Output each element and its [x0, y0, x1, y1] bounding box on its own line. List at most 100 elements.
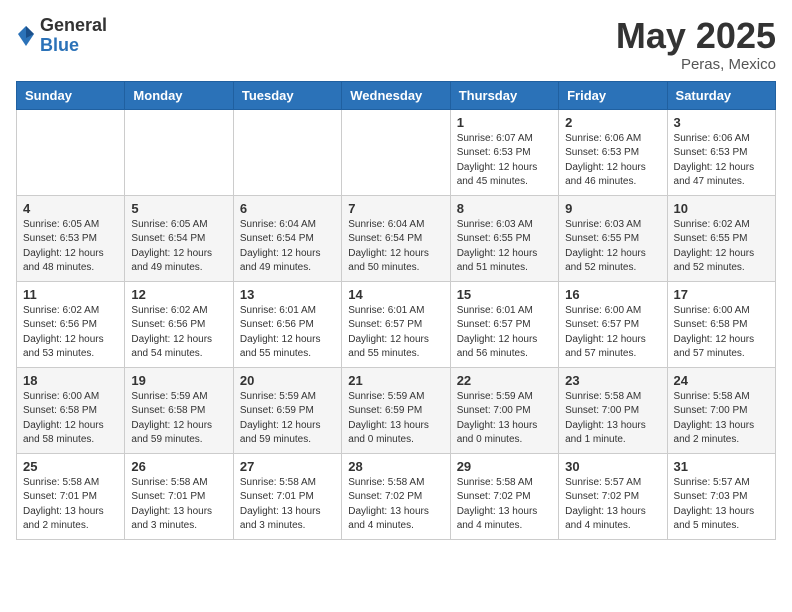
calendar-cell: 12 Sunrise: 6:02 AM Sunset: 6:56 PM Dayli… — [125, 281, 233, 367]
cell-info: Sunrise: 6:02 AM Sunset: 6:56 PM Dayligh… — [131, 304, 226, 362]
logo: General Blue — [16, 16, 107, 56]
cell-info: Sunrise: 6:06 AM Sunset: 6:53 PM Dayligh… — [565, 132, 660, 190]
calendar-week-2: 4Sunrise: 6:05 AM Sunset: 6:53 PM Daylig… — [17, 195, 776, 281]
calendar-cell: 10 Sunrise: 6:02 AM Sunset: 6:55 PM Dayli… — [667, 195, 775, 281]
cell-date: 3 — [674, 115, 769, 130]
day-header-tuesday: Tuesday — [233, 81, 341, 109]
calendar-table: SundayMondayTuesdayWednesdayThursdayFrid… — [16, 81, 776, 540]
cell-info: Sunrise: 6:01 AM Sunset: 6:56 PM Dayligh… — [240, 304, 335, 362]
calendar-cell: 19Sunrise: 5:59 AM Sunset: 6:58 PM Dayli… — [125, 367, 233, 453]
cell-date: 11 — [23, 287, 118, 302]
cell-date: 24 — [674, 373, 769, 388]
cell-info: Sunrise: 6:04 AM Sunset: 6:54 PM Dayligh… — [240, 218, 335, 276]
calendar-cell: 3 Sunrise: 6:06 AM Sunset: 6:53 PM Daylig… — [667, 109, 775, 195]
cell-info: Sunrise: 6:03 AM Sunset: 6:55 PM Dayligh… — [457, 218, 552, 276]
calendar-cell: 21 Sunrise: 5:59 AM Sunset: 6:59 PM Dayli… — [342, 367, 450, 453]
calendar-cell: 7Sunrise: 6:04 AM Sunset: 6:54 PM Daylig… — [342, 195, 450, 281]
calendar-cell: 6 Sunrise: 6:04 AM Sunset: 6:54 PM Daylig… — [233, 195, 341, 281]
logo-text: General Blue — [40, 16, 107, 56]
cell-info: Sunrise: 5:57 AM Sunset: 7:02 PM Dayligh… — [565, 476, 660, 534]
cell-date: 29 — [457, 459, 552, 474]
cell-date: 23 — [565, 373, 660, 388]
logo-icon — [16, 24, 36, 48]
cell-date: 10 — [674, 201, 769, 216]
cell-date: 26 — [131, 459, 226, 474]
cell-date: 9 — [565, 201, 660, 216]
cell-info: Sunrise: 6:07 AM Sunset: 6:53 PM Dayligh… — [457, 132, 552, 190]
cell-info: Sunrise: 6:03 AM Sunset: 6:55 PM Dayligh… — [565, 218, 660, 276]
calendar-subtitle: Peras, Mexico — [616, 56, 776, 73]
cell-date: 2 — [565, 115, 660, 130]
calendar-cell: 16Sunrise: 6:00 AM Sunset: 6:57 PM Dayli… — [559, 281, 667, 367]
day-header-saturday: Saturday — [667, 81, 775, 109]
cell-date: 25 — [23, 459, 118, 474]
day-header-friday: Friday — [559, 81, 667, 109]
cell-info: Sunrise: 5:59 AM Sunset: 6:59 PM Dayligh… — [348, 390, 443, 448]
calendar-cell: 27 Sunrise: 5:58 AM Sunset: 7:01 PM Dayli… — [233, 453, 341, 539]
calendar-cell: 1 Sunrise: 6:07 AM Sunset: 6:53 PM Daylig… — [450, 109, 558, 195]
logo-general: General — [40, 16, 107, 36]
calendar-cell: 18 Sunrise: 6:00 AM Sunset: 6:58 PM Dayli… — [17, 367, 125, 453]
calendar-cell: 25Sunrise: 5:58 AM Sunset: 7:01 PM Dayli… — [17, 453, 125, 539]
cell-date: 12 — [131, 287, 226, 302]
cell-info: Sunrise: 6:04 AM Sunset: 6:54 PM Dayligh… — [348, 218, 443, 276]
cell-info: Sunrise: 5:59 AM Sunset: 6:59 PM Dayligh… — [240, 390, 335, 448]
logo-blue: Blue — [40, 36, 107, 56]
cell-info: Sunrise: 6:00 AM Sunset: 6:58 PM Dayligh… — [674, 304, 769, 362]
calendar-cell: 5 Sunrise: 6:05 AM Sunset: 6:54 PM Daylig… — [125, 195, 233, 281]
cell-info: Sunrise: 6:05 AM Sunset: 6:54 PM Dayligh… — [131, 218, 226, 276]
cell-date: 30 — [565, 459, 660, 474]
cell-date: 5 — [131, 201, 226, 216]
calendar-cell — [17, 109, 125, 195]
calendar-header-row: SundayMondayTuesdayWednesdayThursdayFrid… — [17, 81, 776, 109]
cell-info: Sunrise: 5:58 AM Sunset: 7:01 PM Dayligh… — [240, 476, 335, 534]
cell-info: Sunrise: 5:59 AM Sunset: 6:58 PM Dayligh… — [131, 390, 226, 448]
cell-info: Sunrise: 5:58 AM Sunset: 7:00 PM Dayligh… — [674, 390, 769, 448]
cell-date: 28 — [348, 459, 443, 474]
calendar-cell: 17 Sunrise: 6:00 AM Sunset: 6:58 PM Dayli… — [667, 281, 775, 367]
calendar-title: May 2025 — [616, 16, 776, 56]
calendar-cell: 23 Sunrise: 5:58 AM Sunset: 7:00 PM Dayli… — [559, 367, 667, 453]
cell-date: 8 — [457, 201, 552, 216]
cell-info: Sunrise: 5:57 AM Sunset: 7:03 PM Dayligh… — [674, 476, 769, 534]
calendar-cell: 11 Sunrise: 6:02 AM Sunset: 6:56 PM Dayli… — [17, 281, 125, 367]
page-header: General Blue May 2025 Peras, Mexico — [16, 16, 776, 73]
title-block: May 2025 Peras, Mexico — [616, 16, 776, 73]
cell-info: Sunrise: 6:02 AM Sunset: 6:55 PM Dayligh… — [674, 218, 769, 276]
calendar-cell: 4Sunrise: 6:05 AM Sunset: 6:53 PM Daylig… — [17, 195, 125, 281]
calendar-cell — [125, 109, 233, 195]
calendar-week-3: 11 Sunrise: 6:02 AM Sunset: 6:56 PM Dayli… — [17, 281, 776, 367]
calendar-cell: 31Sunrise: 5:57 AM Sunset: 7:03 PM Dayli… — [667, 453, 775, 539]
cell-date: 18 — [23, 373, 118, 388]
cell-date: 21 — [348, 373, 443, 388]
calendar-cell: 26 Sunrise: 5:58 AM Sunset: 7:01 PM Dayli… — [125, 453, 233, 539]
day-header-sunday: Sunday — [17, 81, 125, 109]
cell-info: Sunrise: 5:59 AM Sunset: 7:00 PM Dayligh… — [457, 390, 552, 448]
cell-info: Sunrise: 5:58 AM Sunset: 7:00 PM Dayligh… — [565, 390, 660, 448]
day-header-monday: Monday — [125, 81, 233, 109]
cell-info: Sunrise: 6:01 AM Sunset: 6:57 PM Dayligh… — [348, 304, 443, 362]
calendar-week-4: 18 Sunrise: 6:00 AM Sunset: 6:58 PM Dayli… — [17, 367, 776, 453]
calendar-week-5: 25 Sunrise: 5:58 AM Sunset: 7:01 PM Dayli… — [17, 453, 776, 539]
calendar-cell: 20 Sunrise: 5:59 AM Sunset: 6:59 PM Dayli… — [233, 367, 341, 453]
calendar-cell: 14 Sunrise: 6:01 AM Sunset: 6:57 PM Dayli… — [342, 281, 450, 367]
calendar-week-1: 1 Sunrise: 6:07 AM Sunset: 6:53 PM Daylig… — [17, 109, 776, 195]
calendar-cell — [233, 109, 341, 195]
cell-info: Sunrise: 6:05 AM Sunset: 6:53 PM Dayligh… — [23, 218, 118, 276]
cell-info: Sunrise: 6:00 AM Sunset: 6:58 PM Dayligh… — [23, 390, 118, 448]
cell-info: Sunrise: 6:06 AM Sunset: 6:53 PM Dayligh… — [674, 132, 769, 190]
calendar-cell: 22 Sunrise: 5:59 AM Sunset: 7:00 PM Dayli… — [450, 367, 558, 453]
calendar-cell: 30 Sunrise: 5:57 AM Sunset: 7:02 PM Dayli… — [559, 453, 667, 539]
cell-date: 22 — [457, 373, 552, 388]
cell-date: 17 — [674, 287, 769, 302]
cell-date: 27 — [240, 459, 335, 474]
calendar-cell: 28Sunrise: 5:58 AM Sunset: 7:02 PM Dayli… — [342, 453, 450, 539]
cell-info: Sunrise: 5:58 AM Sunset: 7:01 PM Dayligh… — [131, 476, 226, 534]
cell-date: 1 — [457, 115, 552, 130]
cell-date: 6 — [240, 201, 335, 216]
cell-date: 20 — [240, 373, 335, 388]
cell-date: 15 — [457, 287, 552, 302]
calendar-cell: 9 Sunrise: 6:03 AM Sunset: 6:55 PM Daylig… — [559, 195, 667, 281]
cell-info: Sunrise: 6:02 AM Sunset: 6:56 PM Dayligh… — [23, 304, 118, 362]
cell-date: 14 — [348, 287, 443, 302]
